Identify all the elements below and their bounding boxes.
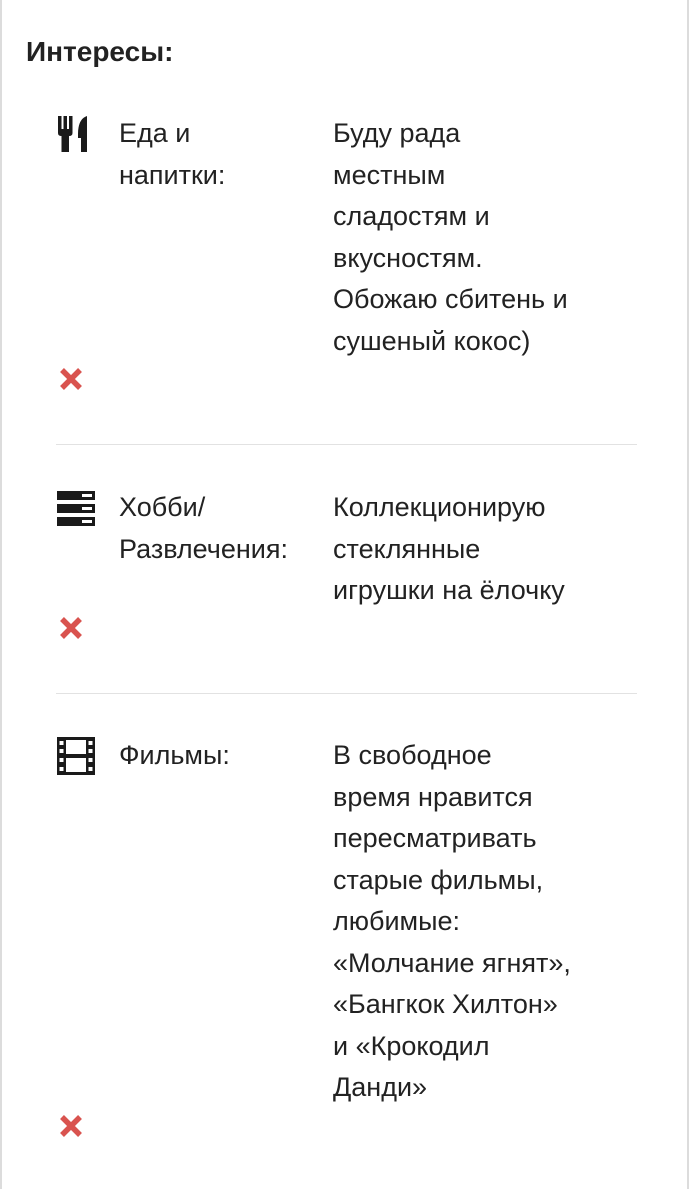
interests-panel: Интересы: Еда и напитки: Буду рада местн… (0, 0, 689, 1189)
interest-value-food: Буду рада местным сладостям и вкусностям… (333, 118, 568, 356)
divider (56, 693, 637, 694)
film-strip-icon (56, 736, 96, 776)
remove-hobby-button[interactable] (56, 613, 86, 643)
interest-value-hobby: Коллекционирую стеклянные игрушки на ёло… (333, 492, 565, 605)
close-icon (60, 1115, 82, 1137)
divider (56, 444, 637, 445)
hobby-bars-icon (56, 489, 96, 529)
interest-label-movies: Фильмы: (119, 740, 230, 770)
remove-movies-button[interactable] (56, 1111, 86, 1141)
close-icon (60, 617, 82, 639)
close-icon (60, 368, 82, 390)
section-title: Интересы: (26, 36, 174, 67)
interest-label-food: Еда и напитки: (119, 118, 226, 190)
remove-food-button[interactable] (56, 364, 86, 394)
interest-label-hobby: Хобби/ Развлечения: (119, 492, 289, 564)
interest-value-movies: В свободное время нравится пересматриват… (333, 740, 571, 1102)
fork-knife-icon (56, 114, 96, 154)
